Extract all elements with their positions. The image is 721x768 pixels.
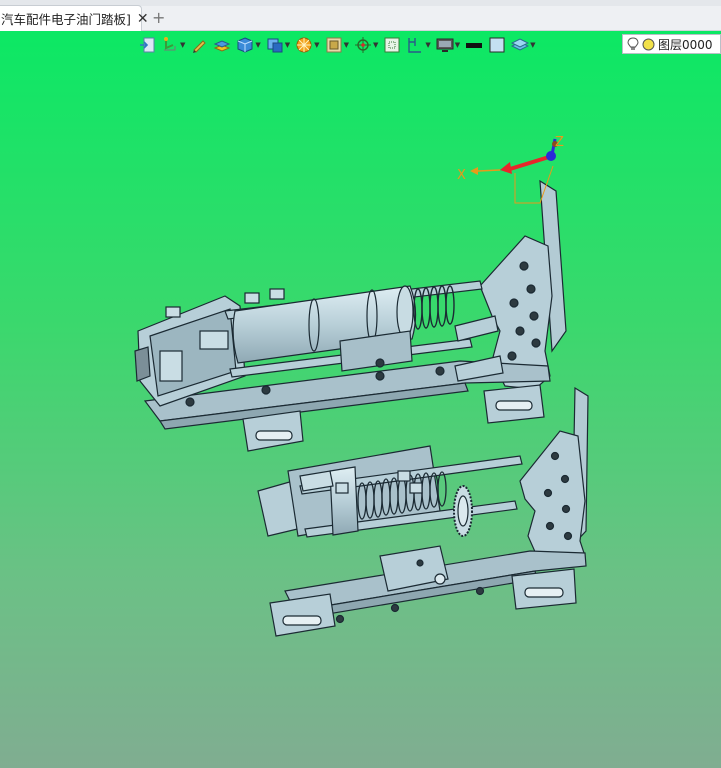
lower-pedal-assembly [257,386,589,637]
chevron-down-icon: ▼ [372,41,379,49]
monitor-button[interactable]: ▼ [434,34,462,56]
workplane-icon [164,37,176,51]
dimension-icon [408,38,422,53]
document-tab-bar: 汽车配件电子油门踏板] ✕ + [0,0,721,31]
pedal-assembly-model[interactable]: X Z [0,31,721,768]
snap-target-button[interactable]: ▼ [352,34,380,56]
layer-stack-button[interactable]: ▼ [509,34,537,56]
document-tab-title[interactable]: 汽车配件电子油门踏板] [0,9,131,28]
view-orientation-icon [267,38,283,53]
upper-pedal-assembly [134,179,567,452]
chevron-down-icon: ▼ [343,41,349,49]
chevron-down-icon: ▼ [425,41,431,49]
fill-color-icon [489,37,505,53]
document-tab[interactable]: 汽车配件电子油门踏板] ✕ [0,5,149,31]
axis-z-label: Z [555,135,564,150]
section-view-icon [326,37,342,53]
lightbulb-icon[interactable] [627,37,639,51]
chevron-down-icon: ▼ [284,41,291,49]
layer-name[interactable]: 图层0000 [658,36,713,53]
new-tab-button[interactable]: + [152,8,165,27]
exit-sketch-icon [140,37,155,53]
chevron-down-icon: ▼ [454,41,461,49]
grid-button[interactable] [381,34,403,56]
solid-cube-icon [237,37,253,53]
chevron-down-icon: ▼ [180,41,186,49]
section-view-button[interactable]: ▼ [323,34,351,56]
3d-viewport[interactable]: X Z ▼ ▼ ▼ ▼ ▼ ▼ ▼ ▼ ▼ 图层0000 [0,31,721,768]
dimension-button[interactable]: ▼ [404,34,432,56]
extrude-button[interactable] [211,34,233,56]
chevron-down-icon: ▼ [314,41,320,49]
layer-selector[interactable]: 图层0000 [622,34,721,54]
extrude-icon [214,40,231,52]
layer-stack-icon [511,38,530,51]
chevron-down-icon: ▼ [255,41,261,49]
layer-color-icon[interactable] [642,38,655,51]
close-icon[interactable]: ✕ [137,11,149,27]
view-toolbar: ▼ ▼ ▼ ▼ ▼ ▼ ▼ ▼ ▼ [136,33,538,57]
grid-icon [384,37,400,53]
line-color-icon [466,43,483,48]
snap-target-icon [354,37,371,53]
solid-cube-button[interactable]: ▼ [234,34,262,56]
pencil-icon [193,40,207,53]
workplane-button[interactable]: ▼ [159,34,187,56]
chevron-down-icon: ▼ [530,41,536,49]
render-style-button[interactable]: ▼ [293,34,321,56]
exit-sketch-button[interactable] [136,34,158,56]
pencil-button[interactable] [188,34,210,56]
axis-x-label: X [457,168,466,183]
monitor-icon [436,38,454,52]
fill-color-button[interactable] [486,34,508,56]
render-style-icon [296,37,312,53]
view-orientation-button[interactable]: ▼ [264,34,292,56]
line-color-button[interactable] [463,34,485,56]
